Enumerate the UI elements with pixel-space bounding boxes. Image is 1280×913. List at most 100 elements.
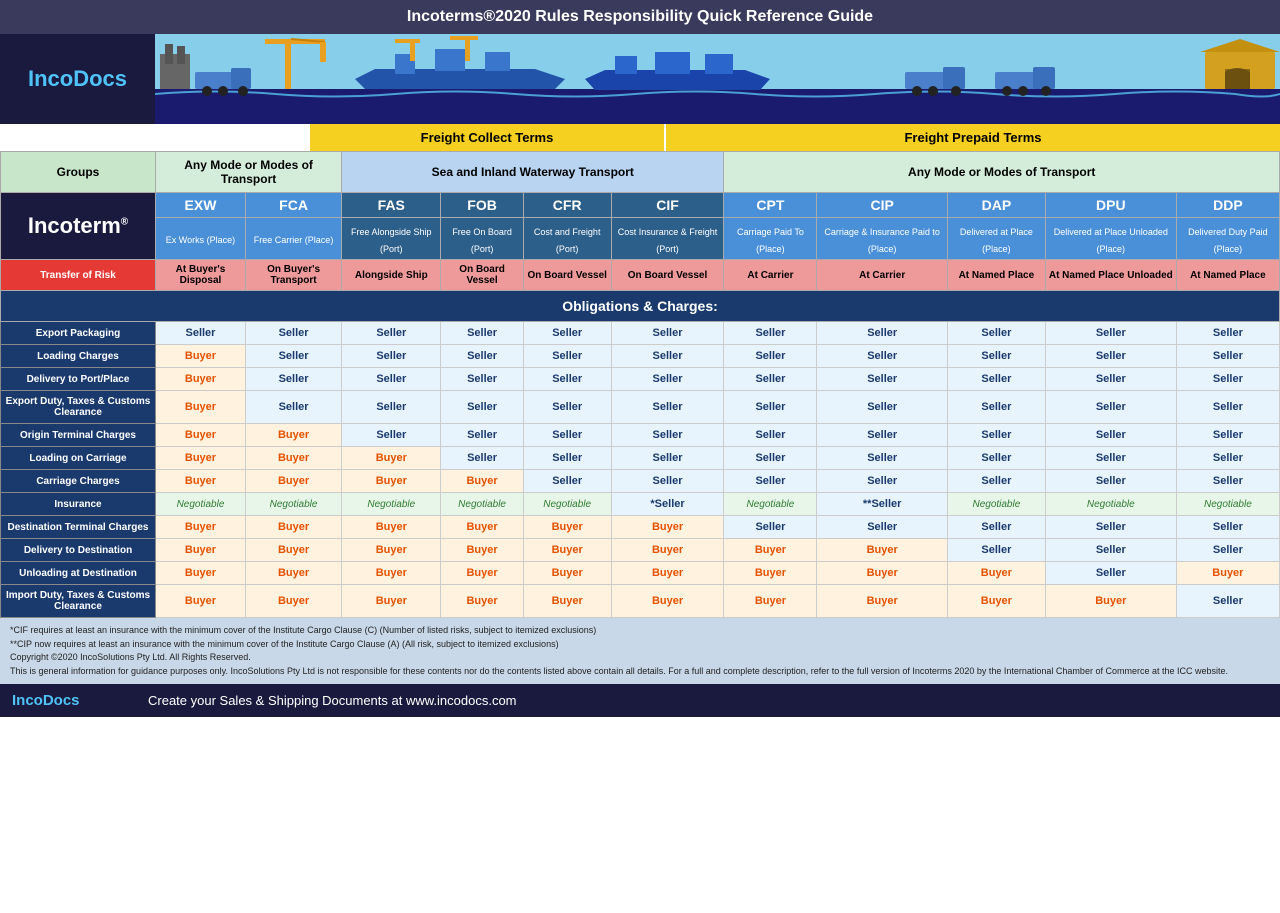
data-row-0: Export PackagingSellerSellerSellerSeller… bbox=[1, 322, 1280, 345]
cell-3-3: Seller bbox=[441, 391, 523, 424]
cell-9-1: Buyer bbox=[245, 539, 341, 562]
row-label-11: Import Duty, Taxes & Customs Clearance bbox=[1, 585, 156, 618]
cell-7-1: Negotiable bbox=[245, 493, 341, 516]
note-cif: *CIF requires at least an insurance with… bbox=[10, 624, 1270, 638]
cell-6-1: Buyer bbox=[245, 470, 341, 493]
col-sub-exw: Ex Works (Place) bbox=[156, 218, 246, 260]
row-label-7: Insurance bbox=[1, 493, 156, 516]
row-label-0: Export Packaging bbox=[1, 322, 156, 345]
cell-7-3: Negotiable bbox=[441, 493, 523, 516]
data-row-5: Loading on CarriageBuyerBuyerBuyerSeller… bbox=[1, 447, 1280, 470]
cell-7-0: Negotiable bbox=[156, 493, 246, 516]
row-label-8: Destination Terminal Charges bbox=[1, 516, 156, 539]
cell-8-7: Seller bbox=[817, 516, 947, 539]
cell-0-10: Seller bbox=[1176, 322, 1279, 345]
page-title: Incoterms®2020 Rules Responsibility Quic… bbox=[407, 8, 873, 25]
data-row-7: InsuranceNegotiableNegotiableNegotiableN… bbox=[1, 493, 1280, 516]
freight-spacer bbox=[0, 124, 155, 151]
cell-11-6: Buyer bbox=[724, 585, 817, 618]
risk-cip: At Carrier bbox=[817, 260, 947, 291]
cell-10-5: Buyer bbox=[611, 562, 724, 585]
cell-4-4: Seller bbox=[523, 424, 611, 447]
col-header-fas: FAS bbox=[342, 193, 441, 218]
incoterm-label: Incoterm® bbox=[1, 193, 156, 260]
cell-3-1: Seller bbox=[245, 391, 341, 424]
cell-1-1: Seller bbox=[245, 345, 341, 368]
col-header-cif: CIF bbox=[611, 193, 724, 218]
cell-1-4: Seller bbox=[523, 345, 611, 368]
cell-2-7: Seller bbox=[817, 368, 947, 391]
risk-exw: At Buyer's Disposal bbox=[156, 260, 246, 291]
cell-5-3: Seller bbox=[441, 447, 523, 470]
col-header-dpu: DPU bbox=[1045, 193, 1176, 218]
cell-0-5: Seller bbox=[611, 322, 724, 345]
cell-4-8: Seller bbox=[947, 424, 1045, 447]
data-row-3: Export Duty, Taxes & Customs ClearanceBu… bbox=[1, 391, 1280, 424]
group-any-mode-2: Any Mode or Modes of Transport bbox=[724, 152, 1280, 193]
risk-dap: At Named Place bbox=[947, 260, 1045, 291]
cell-11-4: Buyer bbox=[523, 585, 611, 618]
row-label-5: Loading on Carriage bbox=[1, 447, 156, 470]
cell-1-2: Seller bbox=[342, 345, 441, 368]
cell-1-5: Seller bbox=[611, 345, 724, 368]
cell-9-5: Buyer bbox=[611, 539, 724, 562]
main-table: Groups Any Mode or Modes of Transport Se… bbox=[0, 151, 1280, 618]
row-label-3: Export Duty, Taxes & Customs Clearance bbox=[1, 391, 156, 424]
col-header-fob: FOB bbox=[441, 193, 523, 218]
cell-9-7: Buyer bbox=[817, 539, 947, 562]
cell-11-0: Buyer bbox=[156, 585, 246, 618]
cell-6-0: Buyer bbox=[156, 470, 246, 493]
risk-fca: On Buyer's Transport bbox=[245, 260, 341, 291]
cell-2-5: Seller bbox=[611, 368, 724, 391]
risk-ddp: At Named Place bbox=[1176, 260, 1279, 291]
obligations-header-row: Obligations & Charges: bbox=[1, 291, 1280, 322]
cell-11-2: Buyer bbox=[342, 585, 441, 618]
col-sub-dpu: Delivered at Place Unloaded (Place) bbox=[1045, 218, 1176, 260]
groups-label-cell: Groups bbox=[1, 152, 156, 193]
cell-8-2: Buyer bbox=[342, 516, 441, 539]
group-any-mode-1: Any Mode or Modes of Transport bbox=[156, 152, 342, 193]
header-logo: IncoDocs bbox=[28, 66, 127, 92]
cell-4-1: Buyer bbox=[245, 424, 341, 447]
cell-10-0: Buyer bbox=[156, 562, 246, 585]
cell-2-1: Seller bbox=[245, 368, 341, 391]
cell-3-2: Seller bbox=[342, 391, 441, 424]
cell-5-8: Seller bbox=[947, 447, 1045, 470]
logo-area: IncoDocs bbox=[0, 34, 155, 124]
note-copyright: Copyright ©2020 IncoSolutions Pty Ltd. A… bbox=[10, 651, 1270, 665]
cell-2-0: Buyer bbox=[156, 368, 246, 391]
cell-5-9: Seller bbox=[1045, 447, 1176, 470]
cell-8-8: Seller bbox=[947, 516, 1045, 539]
cell-6-6: Seller bbox=[724, 470, 817, 493]
freight-prepaid-label: Freight Prepaid Terms bbox=[666, 124, 1280, 151]
risk-dpu: At Named Place Unloaded bbox=[1045, 260, 1176, 291]
cell-7-6: Negotiable bbox=[724, 493, 817, 516]
row-label-4: Origin Terminal Charges bbox=[1, 424, 156, 447]
data-row-10: Unloading at DestinationBuyerBuyerBuyerB… bbox=[1, 562, 1280, 585]
cell-7-10: Negotiable bbox=[1176, 493, 1279, 516]
risk-fas: Alongside Ship bbox=[342, 260, 441, 291]
illustration-svg bbox=[155, 34, 1280, 124]
cell-4-9: Seller bbox=[1045, 424, 1176, 447]
cell-2-10: Seller bbox=[1176, 368, 1279, 391]
groups-row: Groups Any Mode or Modes of Transport Se… bbox=[1, 152, 1280, 193]
cell-0-3: Seller bbox=[441, 322, 523, 345]
col-sub-fca: Free Carrier (Place) bbox=[245, 218, 341, 260]
cell-1-10: Seller bbox=[1176, 345, 1279, 368]
col-header-cip: CIP bbox=[817, 193, 947, 218]
col-sub-fas: Free Alongside Ship (Port) bbox=[342, 218, 441, 260]
cell-7-8: Negotiable bbox=[947, 493, 1045, 516]
risk-label: Transfer of Risk bbox=[1, 260, 156, 291]
cell-1-3: Seller bbox=[441, 345, 523, 368]
cell-7-5: *Seller bbox=[611, 493, 724, 516]
row-label-1: Loading Charges bbox=[1, 345, 156, 368]
cell-2-4: Seller bbox=[523, 368, 611, 391]
risk-cfr: On Board Vessel bbox=[523, 260, 611, 291]
cell-5-10: Seller bbox=[1176, 447, 1279, 470]
cell-0-0: Seller bbox=[156, 322, 246, 345]
cell-6-9: Seller bbox=[1045, 470, 1176, 493]
cell-4-10: Seller bbox=[1176, 424, 1279, 447]
col-header-ddp: DDP bbox=[1176, 193, 1279, 218]
main-container: Incoterms®2020 Rules Responsibility Quic… bbox=[0, 0, 1280, 717]
incoterm-header-row: Incoterm® EXW FCA FAS FOB CFR CIF CPT CI… bbox=[1, 193, 1280, 218]
